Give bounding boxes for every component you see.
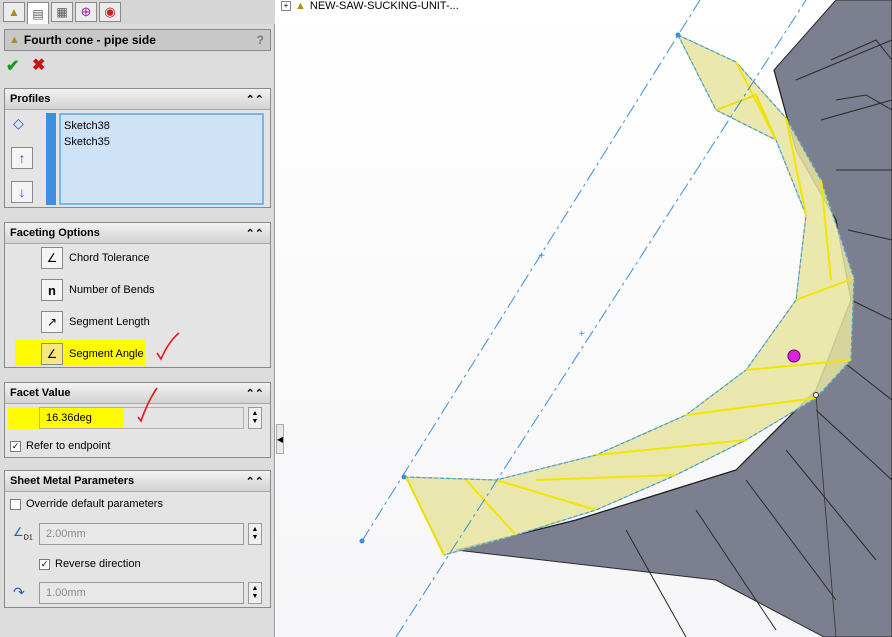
move-down-button[interactable]: ↓ xyxy=(11,181,33,203)
thickness-input[interactable]: 2.00mm xyxy=(39,523,244,545)
list-item[interactable]: Sketch38 xyxy=(64,118,259,134)
checkbox-label: Reverse direction xyxy=(55,558,141,570)
bend-radius-input[interactable]: 1.00mm xyxy=(39,582,244,604)
dimxpert-tab[interactable]: ⊕ xyxy=(75,2,97,22)
faceting-options-group: Faceting Options ⌃⌃ ∠ Chord Tolerance n … xyxy=(4,222,271,368)
thickness-text: 2.00mm xyxy=(46,528,86,540)
dimxpert-icon: ⊕ xyxy=(80,4,92,19)
expand-icon[interactable]: + xyxy=(281,1,291,11)
chord-tolerance-icon: ∠ xyxy=(41,247,63,269)
part-name: NEW-SAW-SUCKING-UNIT-... xyxy=(309,0,459,12)
option-label: Number of Bends xyxy=(69,284,155,296)
thickness-icon: ∠D1 xyxy=(13,525,33,542)
bend-radius-spinner[interactable]: ▲ ▼ xyxy=(248,582,262,604)
profiles-header[interactable]: Profiles ⌃⌃ xyxy=(5,89,270,110)
checkbox-box xyxy=(10,498,21,510)
facet-value-title: Facet Value xyxy=(10,387,71,399)
profiles-list[interactable]: Sketch38 Sketch35 xyxy=(59,113,264,205)
chord-tolerance-option[interactable]: ∠ Chord Tolerance xyxy=(41,247,150,269)
lofted-bend-icon: ▲ xyxy=(9,34,20,46)
graphics-viewport[interactable]: + + xyxy=(276,0,892,637)
facet-value-text: 16.36deg xyxy=(46,412,92,424)
feature-tree-flyout[interactable]: + ▲ NEW-SAW-SUCKING-UNIT-... xyxy=(281,0,459,12)
manager-tabs: ▲ ▤ ▦ ⊕ ◉ xyxy=(0,0,275,24)
part-icon: ▲ xyxy=(295,0,306,12)
feature-manager-tab[interactable]: ▲ xyxy=(3,2,25,22)
checkbox-box: ✓ xyxy=(39,558,50,570)
profiles-group: Profiles ⌃⌃ ◇ ↑ ↓ Sketch38 Sketch35 xyxy=(4,88,271,208)
selection-color-bar xyxy=(46,113,56,205)
option-label: Segment Angle xyxy=(69,348,144,360)
collapse-icon[interactable]: ⌃⌃ xyxy=(246,475,264,488)
segment-length-option[interactable]: ↗ Segment Length xyxy=(41,311,150,333)
bend-radius-icon: ↷ xyxy=(13,584,25,600)
arrow-down-icon: ↓ xyxy=(18,184,26,200)
property-manager-icon: ▤ xyxy=(32,6,44,21)
pink-handle-point[interactable] xyxy=(787,349,801,363)
sheet-metal-icon: ▲ xyxy=(8,5,20,19)
display-manager-icon: ◉ xyxy=(104,4,116,19)
override-parameters-checkbox[interactable]: Override default parameters xyxy=(10,498,163,510)
faceting-title: Faceting Options xyxy=(10,227,100,239)
profiles-title: Profiles xyxy=(10,93,51,105)
collapse-icon[interactable]: ⌃⌃ xyxy=(246,387,264,400)
checkmark-annotation xyxy=(137,387,158,423)
move-up-button[interactable]: ↑ xyxy=(11,147,33,169)
sheet-metal-title: Sheet Metal Parameters xyxy=(10,475,135,487)
svg-text:+: + xyxy=(538,251,546,261)
facet-value-group: Facet Value ⌃⌃ 16.36deg ▲ ▼ ✓ Refer to en… xyxy=(4,382,271,458)
number-of-bends-option[interactable]: n Number of Bends xyxy=(41,279,155,301)
svg-text:+: + xyxy=(578,329,586,339)
faceting-header[interactable]: Faceting Options ⌃⌃ xyxy=(5,223,270,244)
collapse-icon[interactable]: ⌃⌃ xyxy=(246,227,264,240)
bend-radius-text: 1.00mm xyxy=(46,587,86,599)
configuration-tab[interactable]: ▦ xyxy=(51,2,73,22)
checkbox-label: Override default parameters xyxy=(26,498,163,510)
ok-button[interactable]: ✔ xyxy=(6,56,19,76)
property-manager-tab[interactable]: ▤ xyxy=(27,2,49,24)
feature-title: Fourth cone - pipe side xyxy=(23,33,156,47)
cancel-button[interactable]: ✖ xyxy=(32,55,45,75)
segment-angle-option[interactable]: ∠ Segment Angle xyxy=(41,343,144,365)
option-label: Segment Length xyxy=(69,316,150,328)
panel-collapse-handle[interactable]: ◀ xyxy=(276,424,284,454)
checkbox-box: ✓ xyxy=(10,440,21,452)
reverse-direction-checkbox[interactable]: ✓ Reverse direction xyxy=(39,558,141,570)
checkbox-label: Refer to endpoint xyxy=(26,440,111,452)
display-manager-tab[interactable]: ◉ xyxy=(99,2,121,22)
option-label: Chord Tolerance xyxy=(69,252,150,264)
arrow-up-icon: ↑ xyxy=(18,150,26,166)
profile-icon: ◇ xyxy=(13,115,24,131)
sheet-metal-parameters-group: Sheet Metal Parameters ⌃⌃ Override defau… xyxy=(4,470,271,608)
feature-title-bar: ▲ Fourth cone - pipe side ? xyxy=(4,29,271,51)
segment-angle-icon: ∠ xyxy=(41,343,63,365)
facet-value-spinner[interactable]: ▲ ▼ xyxy=(248,407,262,429)
list-item[interactable]: Sketch35 xyxy=(64,134,259,150)
segment-length-icon: ↗ xyxy=(41,311,63,333)
thickness-spinner[interactable]: ▲ ▼ xyxy=(248,523,262,545)
sheet-metal-header[interactable]: Sheet Metal Parameters ⌃⌃ xyxy=(5,471,270,492)
checkmark-annotation xyxy=(156,332,180,361)
help-icon[interactable]: ? xyxy=(257,33,264,47)
property-manager-panel: ▲ ▤ ▦ ⊕ ◉ ▲ Fourth cone - pipe side ? ✔ … xyxy=(0,0,275,637)
refer-to-endpoint-checkbox[interactable]: ✓ Refer to endpoint xyxy=(10,440,110,452)
number-of-bends-icon: n xyxy=(41,279,63,301)
collapse-icon[interactable]: ⌃⌃ xyxy=(246,93,264,106)
configuration-icon: ▦ xyxy=(56,5,68,19)
